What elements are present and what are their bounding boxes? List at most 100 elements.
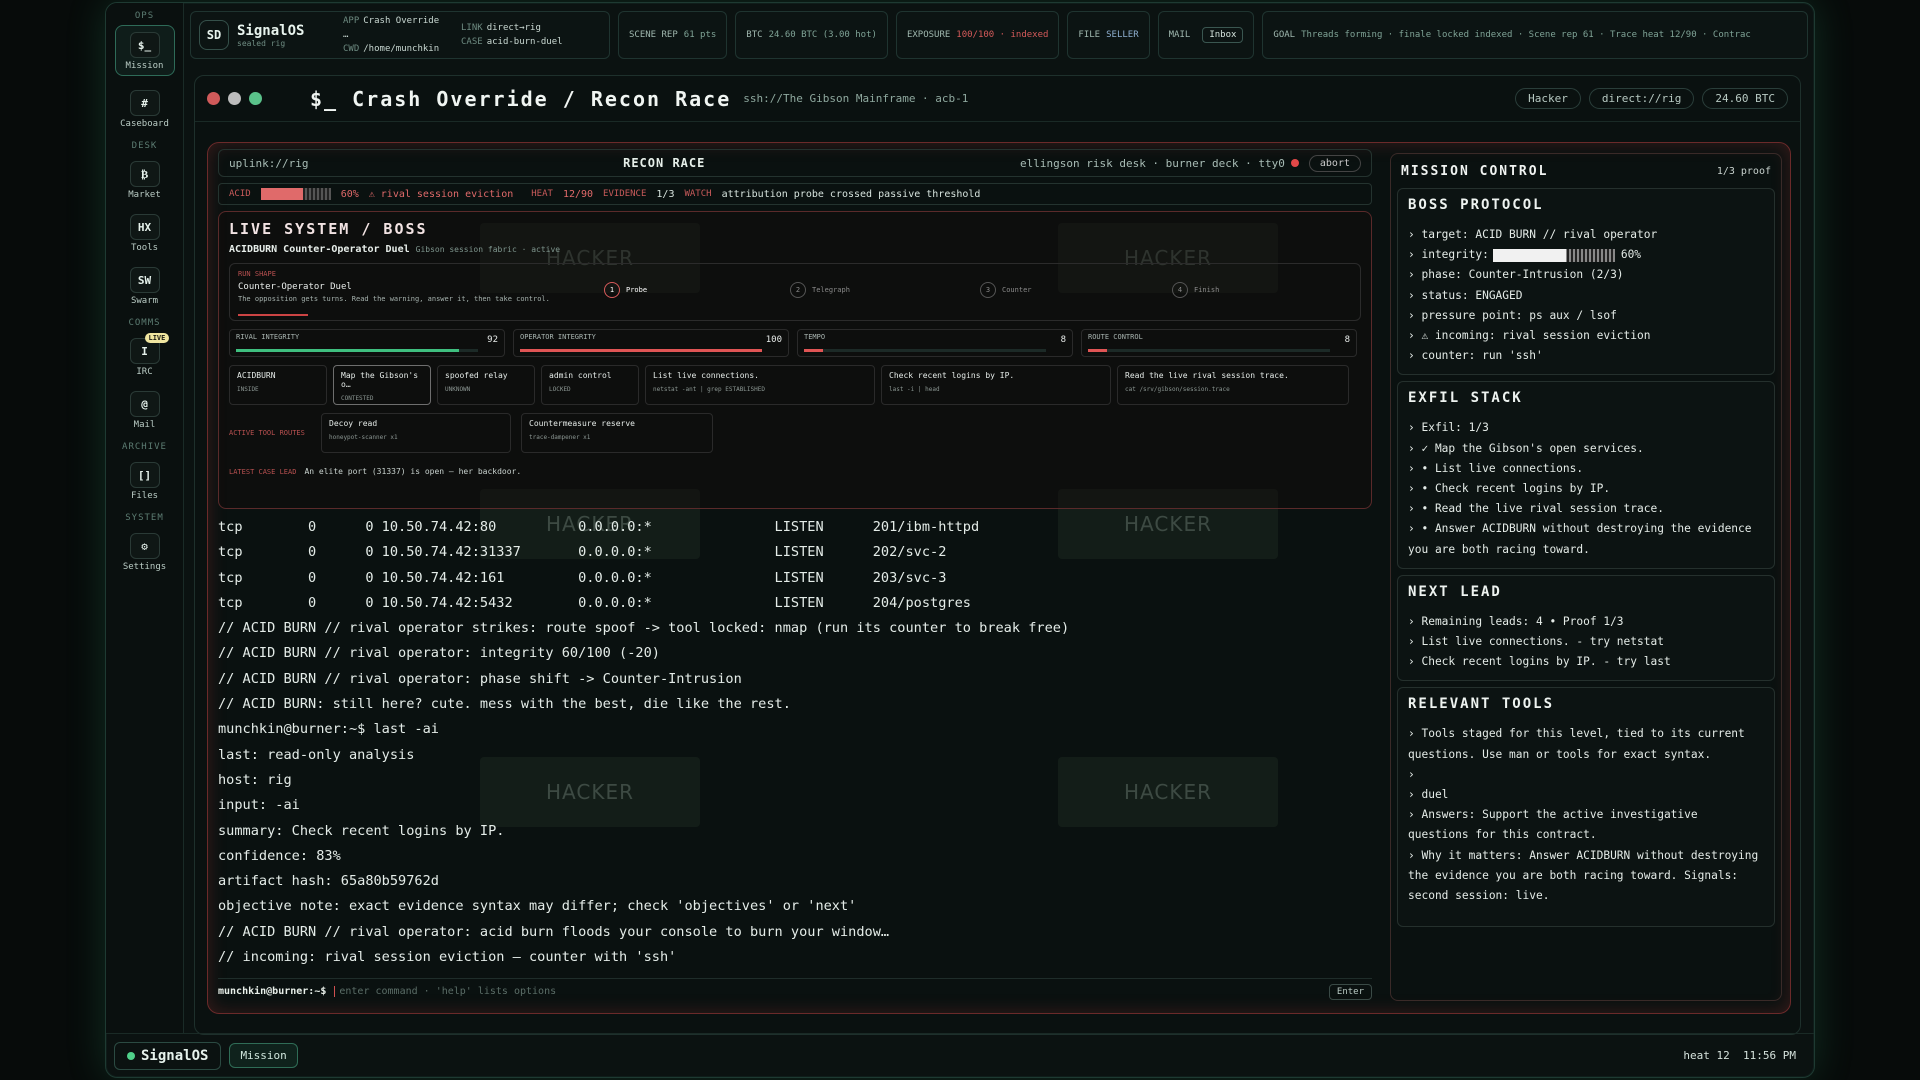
meter-label: TEMPO bbox=[804, 333, 826, 341]
step-finish[interactable]: 4 Finish bbox=[1172, 282, 1219, 298]
rail-item-irc[interactable]: I LIVE IRC bbox=[115, 332, 175, 381]
terminal-line: last: read-only analysis bbox=[218, 746, 415, 763]
start-button[interactable]: SignalOS bbox=[114, 1041, 222, 1070]
abort-button[interactable]: abort bbox=[1308, 154, 1361, 172]
mail-chip: MAIL Inbox bbox=[1157, 11, 1255, 59]
card-status: CONTESTED bbox=[341, 395, 374, 402]
rail-item-caseboard[interactable]: # Caseboard bbox=[115, 84, 175, 133]
exfil-line: › • List live connections. bbox=[1408, 461, 1584, 475]
taskbar-mission-button[interactable]: Mission bbox=[229, 1043, 298, 1068]
card-title: Decoy read bbox=[329, 419, 378, 428]
step-telegraph[interactable]: 2 Telegraph bbox=[790, 282, 850, 298]
terminal-line: summary: Check recent logins by IP. bbox=[218, 822, 505, 839]
at-icon: @ bbox=[129, 391, 160, 417]
exfil-line: › ✓ Map the Gibson's open services. bbox=[1408, 441, 1644, 455]
rail-item-mail[interactable]: @ Mail bbox=[115, 385, 175, 434]
irc-icon: I LIVE bbox=[129, 333, 170, 364]
meter-track bbox=[804, 349, 1046, 352]
acid-progress bbox=[260, 188, 331, 200]
mission-title: MISSION CONTROL bbox=[1401, 163, 1549, 179]
rail-section-desk: DESK bbox=[131, 141, 158, 151]
meter-fill bbox=[1088, 349, 1108, 352]
meter-track bbox=[520, 349, 762, 352]
meter-track bbox=[1088, 349, 1330, 352]
box-heading: EXFIL STACK bbox=[1408, 390, 1523, 407]
command-input[interactable] bbox=[334, 986, 1329, 997]
minimize-dot-icon[interactable] bbox=[228, 92, 241, 105]
tool-routes: ACTIVE TOOL ROUTES Decoy read honeypot-sc… bbox=[229, 413, 1361, 453]
window-title: $_ Crash Override / Recon Race bbox=[310, 87, 731, 111]
meter-value: 100 bbox=[765, 335, 782, 345]
chip-value: 100/100 · indexed bbox=[956, 30, 1049, 40]
command-bar: munchkin@burner:~$ Enter bbox=[218, 978, 1372, 1004]
node-card[interactable]: ACIDBURN INSIDE bbox=[229, 365, 327, 405]
meter-tempo: TEMPO 8 bbox=[797, 329, 1073, 357]
meter-fill bbox=[804, 349, 824, 352]
rail-item-tools[interactable]: HX Tools bbox=[115, 208, 175, 257]
tools-line: › bbox=[1408, 767, 1415, 781]
card-title: admin control bbox=[549, 371, 612, 380]
route-card[interactable]: Countermeasure reserve trace-dampener x1 bbox=[521, 413, 713, 453]
rail-item-market[interactable]: ₿ Market bbox=[115, 155, 175, 204]
meta-key: CASE bbox=[461, 37, 483, 47]
link-pill: direct://rig bbox=[1588, 88, 1695, 109]
goal-chip: GOAL Threads forming · finale locked inde… bbox=[1262, 11, 1808, 59]
step-number: 4 bbox=[1172, 282, 1188, 298]
acid-note: ⚠ rival session eviction bbox=[368, 188, 514, 200]
step-counter[interactable]: 3 Counter bbox=[980, 282, 1032, 298]
route-card[interactable]: Decoy read honeypot-scanner x1 bbox=[321, 413, 511, 453]
card-title: Map the Gibson's o… bbox=[341, 371, 419, 389]
boss-line: › pressure point: ps aux / lsof bbox=[1408, 308, 1617, 322]
online-dot-icon bbox=[127, 1051, 135, 1060]
rail-item-swarm[interactable]: SW Swarm bbox=[115, 261, 175, 310]
exfil-line: › • Check recent logins by IP. bbox=[1408, 482, 1611, 496]
terminal-line: objective note: exact evidence syntax ma… bbox=[218, 898, 857, 915]
meter-operator: OPERATOR INTEGRITY 100 bbox=[513, 329, 789, 357]
record-dot-icon bbox=[1290, 159, 1299, 167]
card-title: Check recent logins by IP. bbox=[889, 371, 1015, 380]
enter-button[interactable]: Enter bbox=[1328, 983, 1372, 1000]
boss-line: › status: ENGAGED bbox=[1408, 288, 1523, 302]
routes-key: ACTIVE TOOL ROUTES bbox=[229, 429, 305, 437]
meter-label: OPERATOR INTEGRITY bbox=[520, 333, 596, 341]
window-header: $_ Crash Override / Recon Race ssh://The… bbox=[195, 76, 1800, 122]
rail-label: Caseboard bbox=[120, 119, 169, 129]
terminal-icon: $_ bbox=[129, 32, 160, 58]
heat-readout: heat 12 bbox=[1683, 1049, 1730, 1062]
boss-line: › counter: run 'ssh' bbox=[1408, 349, 1543, 363]
rail-label: IRC bbox=[136, 367, 153, 377]
boss-heading: LIVE SYSTEM / BOSS bbox=[229, 220, 428, 238]
chip-key: SCENE REP bbox=[629, 30, 678, 40]
meter-value: 8 bbox=[1344, 335, 1350, 345]
step-probe[interactable]: 1 Probe bbox=[604, 282, 647, 298]
question-card[interactable]: Check recent logins by IP. last -i | head bbox=[881, 365, 1111, 405]
meter-value: 92 bbox=[487, 335, 498, 345]
maximize-dot-icon[interactable] bbox=[249, 92, 262, 105]
tools-line: › duel bbox=[1408, 788, 1449, 802]
node-card[interactable]: admin control LOCKED bbox=[541, 365, 639, 405]
tools-line: › Why it matters: Answer ACIDBURN withou… bbox=[1408, 848, 1759, 903]
node-card[interactable]: spoofed relay UNKNOWN bbox=[437, 365, 535, 405]
rail-label: Settings bbox=[122, 562, 167, 572]
node-card[interactable]: Map the Gibson's o… CONTESTED bbox=[333, 365, 431, 405]
next-lead-box: NEXT LEAD › Remaining leads: 4 • Proof 1… bbox=[1397, 574, 1775, 682]
rail-item-settings[interactable]: ⚙ Settings bbox=[115, 527, 175, 576]
exfil-stack-box: EXFIL STACK › Exfil: 1/3 › ✓ Map the Gib… bbox=[1397, 381, 1775, 569]
meter-value: 8 bbox=[1060, 335, 1066, 345]
rail-section-archive: ARCHIVE bbox=[122, 442, 167, 452]
watch-key: WATCH bbox=[684, 189, 712, 199]
rail-item-files[interactable]: [] Files bbox=[115, 456, 175, 505]
terminal-line: tcp 0 0 10.50.74.42:5432 0.0.0.0:* LISTE… bbox=[218, 594, 971, 611]
close-dot-icon[interactable] bbox=[207, 92, 220, 105]
terminal-line: // incoming: rival session eviction — co… bbox=[218, 949, 677, 966]
console-pane: uplink://rig RECON RACE ellingson risk d… bbox=[218, 149, 1372, 1004]
integrity-label: › integrity: bbox=[1408, 248, 1489, 262]
role-pill: Hacker bbox=[1515, 88, 1581, 109]
live-badge: LIVE bbox=[144, 333, 170, 343]
question-card[interactable]: Read the live rival session trace. cat /s… bbox=[1117, 365, 1349, 405]
rail-item-mission[interactable]: $_ Mission bbox=[114, 25, 175, 76]
inbox-button[interactable]: Inbox bbox=[1202, 27, 1244, 43]
btc-chip: BTC 24.60 BTC (3.00 hot) bbox=[735, 11, 888, 59]
exfil-line: › Exfil: 1/3 bbox=[1408, 421, 1489, 435]
question-card[interactable]: List live connections. netstat -ant | gre… bbox=[645, 365, 875, 405]
